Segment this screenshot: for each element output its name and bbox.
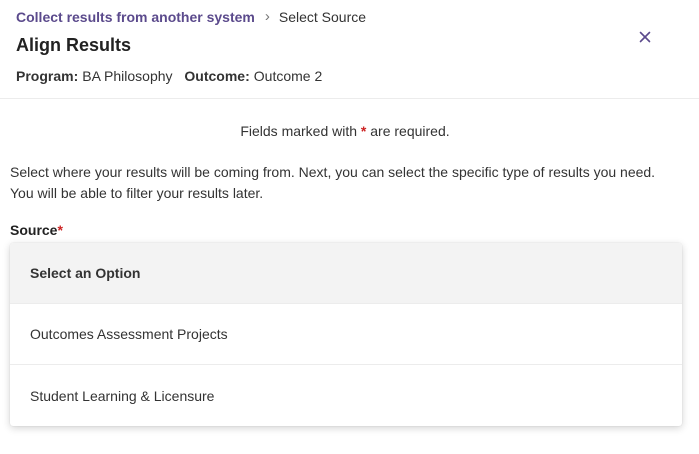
source-description: Select where your results will be coming… <box>10 164 656 201</box>
close-icon[interactable] <box>636 28 654 46</box>
source-label-text: Source <box>10 222 58 238</box>
program-outcome-meta: Program: BA Philosophy Outcome: Outcome 2 <box>16 68 330 84</box>
required-note-suffix: are required. <box>370 123 450 139</box>
breadcrumb-current: Select Source <box>278 9 367 25</box>
source-option-select[interactable]: Select an Option <box>10 243 682 304</box>
source-field-label: Source* <box>10 222 63 238</box>
program-label: Program: <box>16 68 79 84</box>
outcome-label: Outcome: <box>184 68 250 84</box>
source-option-outcomes-assessment-projects[interactable]: Outcomes Assessment Projects <box>10 304 682 365</box>
required-star: * <box>360 123 367 139</box>
source-required-star: * <box>57 222 63 238</box>
source-dropdown-menu[interactable]: Select an Option Outcomes Assessment Pro… <box>10 243 682 426</box>
source-option-student-learning-licensure[interactable]: Student Learning & Licensure <box>10 365 682 426</box>
page-title: Align Results <box>16 35 132 55</box>
breadcrumb-link-collect-results[interactable]: Collect results from another system <box>16 9 255 25</box>
program-value: BA Philosophy <box>82 68 173 84</box>
chevron-right-icon: › <box>264 8 270 25</box>
dialog-header: Collect results from another system › Se… <box>0 0 699 99</box>
breadcrumb: Collect results from another system › Se… <box>16 9 366 25</box>
required-note-prefix: Fields marked with <box>240 123 358 139</box>
outcome-value: Outcome 2 <box>253 68 323 84</box>
required-fields-note: Fields marked with * are required. <box>0 123 690 139</box>
